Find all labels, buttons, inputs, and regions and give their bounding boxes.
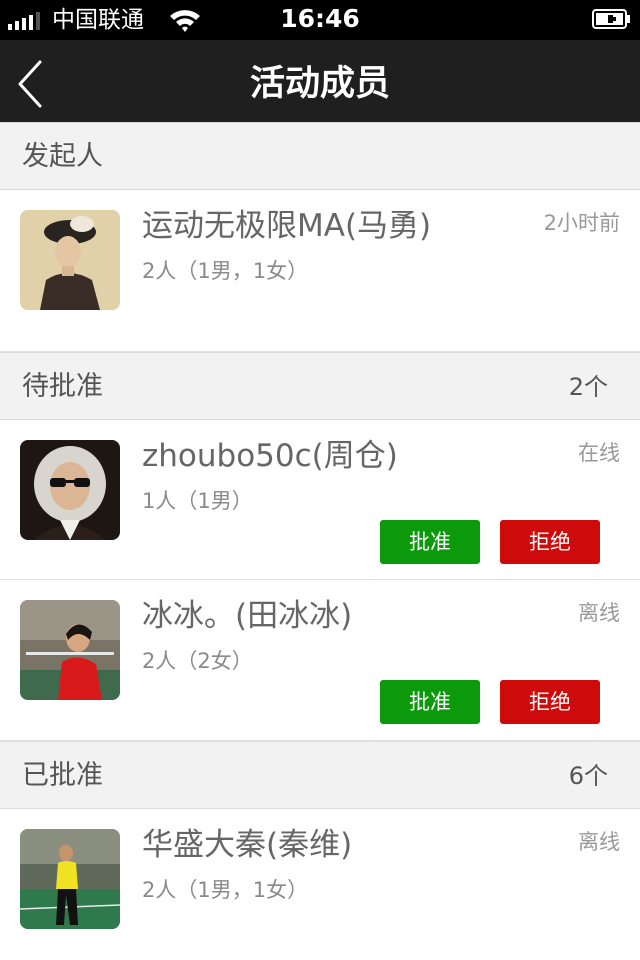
member-detail: 1人（1男） xyxy=(142,489,253,513)
member-row-approved[interactable]: 华盛大秦(秦维) 2人（1男，1女） 离线 xyxy=(0,809,640,960)
approve-button[interactable]: 批准 xyxy=(380,680,480,724)
avatar xyxy=(20,210,120,310)
member-name: 运动无极限MA(马勇) xyxy=(142,208,432,244)
section-count: 2个 xyxy=(568,373,608,401)
section-title: 待批准 xyxy=(22,371,103,402)
member-status: 在线 xyxy=(578,441,620,465)
section-header-approved: 已批准 6个 xyxy=(0,741,640,809)
member-detail: 2人（1男，1女） xyxy=(142,259,309,283)
member-status: 离线 xyxy=(578,601,620,625)
reject-button[interactable]: 拒绝 xyxy=(500,680,600,724)
reject-button[interactable]: 拒绝 xyxy=(500,520,600,564)
member-detail: 2人（2女） xyxy=(142,649,253,673)
nav-bar: 活动成员 xyxy=(0,40,640,128)
member-status: 2小时前 xyxy=(543,211,620,235)
clock: 16:46 xyxy=(280,4,360,33)
member-status: 离线 xyxy=(578,830,620,854)
member-row-pending[interactable]: 冰冰。(田冰冰) 2人（2女） 离线 批准 拒绝 xyxy=(0,580,640,741)
member-row-pending[interactable]: zhoubo50c(周仓) 1人（1男） 在线 批准 拒绝 xyxy=(0,420,640,580)
approve-button[interactable]: 批准 xyxy=(380,520,480,564)
avatar xyxy=(20,829,120,929)
section-title: 已批准 xyxy=(22,760,103,791)
back-icon[interactable] xyxy=(14,58,48,110)
avatar xyxy=(20,600,120,700)
page-title: 活动成员 xyxy=(249,64,390,104)
section-header-organizer: 发起人 xyxy=(0,122,640,190)
member-name: zhoubo50c(周仓) xyxy=(142,438,398,474)
member-name: 华盛大秦(秦维) xyxy=(142,827,353,863)
section-header-pending: 待批准 2个 xyxy=(0,352,640,420)
status-bar: 中国联通 16:46 xyxy=(0,0,640,40)
section-title: 发起人 xyxy=(22,141,103,172)
avatar xyxy=(20,440,120,540)
battery-icon xyxy=(592,9,630,29)
member-row-organizer[interactable]: 运动无极限MA(马勇) 2人（1男，1女） 2小时前 xyxy=(0,190,640,352)
section-count: 6个 xyxy=(568,762,608,790)
member-detail: 2人（1男，1女） xyxy=(142,878,309,902)
member-name: 冰冰。(田冰冰) xyxy=(142,598,353,634)
